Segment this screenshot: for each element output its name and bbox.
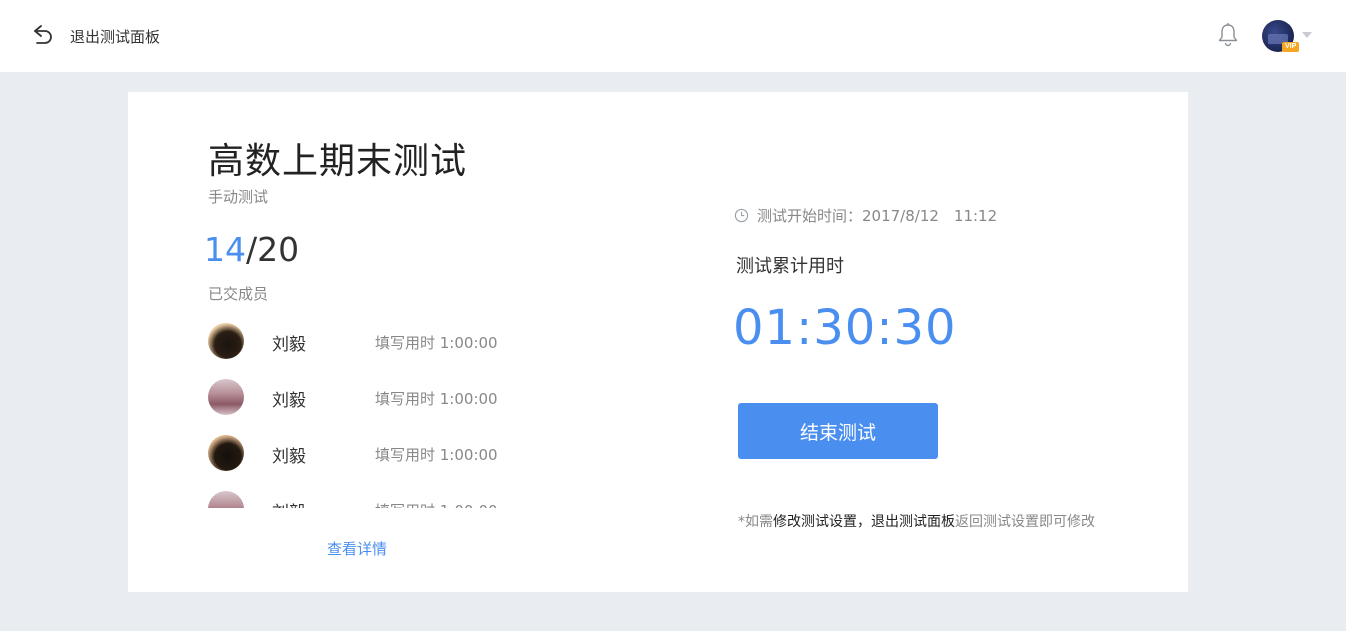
duration-label: 测试累计用时 [736, 256, 844, 277]
submitted-members-list[interactable]: 刘毅 填写用时 1:00:00 刘毅 填写用时 1:00:00 刘毅 填写用时 … [208, 320, 528, 508]
note-exit-panel: 退出测试面板 [871, 514, 955, 530]
page-title: 高数上期末测试 [208, 141, 468, 182]
back-arrow-icon [34, 25, 52, 44]
list-item[interactable]: 刘毅 填写用时 1:00:00 [208, 320, 528, 376]
avatar [208, 435, 244, 471]
settings-note: *如需修改测试设置，退出测试面板返回测试设置即可修改 [738, 511, 1095, 531]
note-modify-settings: 修改测试设置 [773, 514, 857, 530]
member-name: 刘毅 [272, 391, 306, 411]
exit-panel-button[interactable]: 退出测试面板 [30, 22, 160, 50]
exit-panel-label: 退出测试面板 [70, 27, 161, 46]
top-bar: 退出测试面板 VIP [0, 0, 1346, 72]
total-count: 20 [257, 230, 300, 269]
member-name: 刘毅 [272, 447, 306, 467]
start-time-text: 测试开始时间：2017/8/12 11:12 [757, 207, 998, 225]
clock-icon [734, 208, 749, 223]
start-time: 测试开始时间：2017/8/12 11:12 [734, 205, 997, 226]
caret-down-icon [1302, 32, 1312, 38]
end-test-button[interactable]: 结束测试 [738, 403, 938, 459]
member-name: 刘毅 [272, 335, 306, 355]
bell-icon[interactable] [1216, 22, 1240, 48]
list-item[interactable]: 刘毅 填写用时 1:00:00 [208, 432, 528, 488]
vip-badge: VIP [1282, 42, 1300, 52]
user-menu[interactable]: VIP [1262, 20, 1312, 54]
submission-count: 14/20 [204, 230, 299, 269]
member-time: 填写用时 1:00:00 [375, 446, 498, 464]
note-suffix: 返回测试设置即可修改 [955, 514, 1095, 530]
count-separator: / [246, 230, 258, 269]
note-prefix: *如需 [738, 514, 773, 530]
list-item[interactable]: 刘毅 填写用时 1:00:00 [208, 376, 528, 432]
avatar [208, 491, 244, 508]
test-mode: 手动测试 [208, 188, 269, 206]
submitted-count: 14 [204, 230, 246, 269]
list-item[interactable]: 刘毅 填写用时 1:00:00 [208, 488, 528, 508]
note-separator: ， [857, 514, 871, 530]
member-time: 填写用时 1:00:00 [375, 390, 498, 408]
avatar [208, 379, 244, 415]
test-panel-card: 高数上期末测试 手动测试 14/20 已交成员 刘毅 填写用时 1:00:00 … [128, 92, 1188, 592]
member-time: 填写用时 1:00:00 [375, 334, 498, 352]
avatar [208, 323, 244, 359]
submitted-label: 已交成员 [208, 285, 269, 303]
member-time: 填写用时 1:00:00 [375, 500, 498, 508]
elapsed-timer: 01:30:30 [733, 300, 957, 356]
view-details-link[interactable]: 查看详情 [327, 538, 387, 559]
member-name: 刘毅 [272, 498, 306, 508]
